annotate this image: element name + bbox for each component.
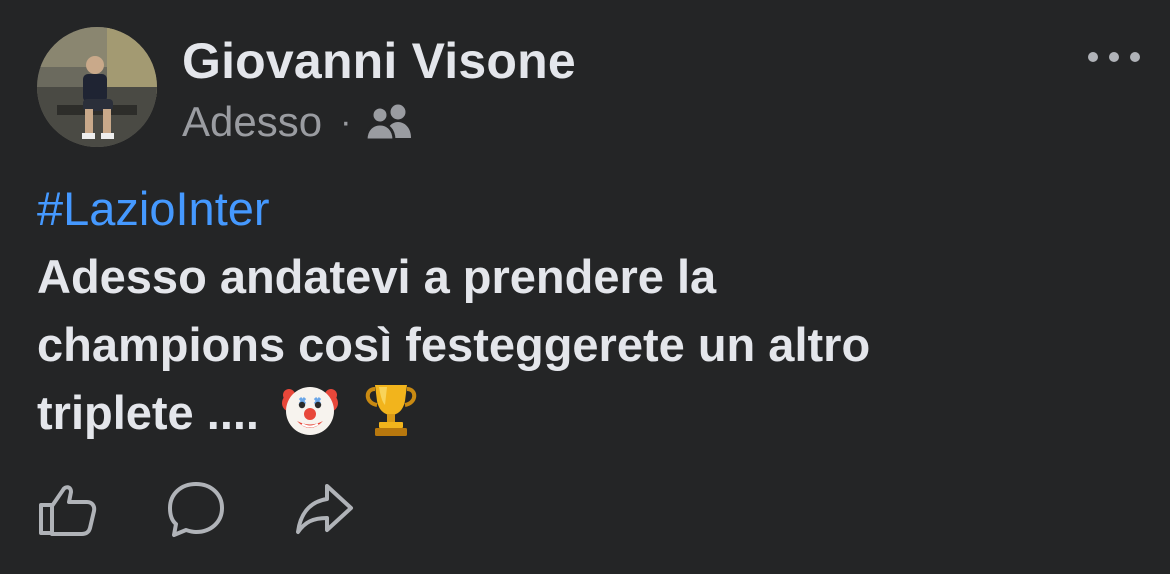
post-text-line: champions così festeggerete un altro <box>37 318 871 371</box>
share-button[interactable] <box>293 478 355 540</box>
avatar[interactable] <box>37 27 157 147</box>
friends-icon[interactable] <box>364 102 415 142</box>
post-card: Giovanni Visone Adesso · #LazioInter Ade… <box>0 0 1170 574</box>
share-arrow-icon <box>296 484 353 534</box>
dot-icon <box>1130 52 1140 62</box>
dot-icon <box>1088 52 1098 62</box>
thumbs-up-icon <box>39 485 97 536</box>
dot-icon <box>1109 52 1119 62</box>
post-text-line-last: triplete .... <box>37 379 1127 447</box>
comment-bubble-icon <box>168 482 224 537</box>
hashtag-link[interactable]: #LazioInter <box>37 175 1127 243</box>
post-text: #LazioInter Adesso andatevi a prendere l… <box>37 175 1127 447</box>
post-text-line: Adesso andatevi a prendere la <box>37 250 717 303</box>
like-button[interactable] <box>37 478 99 540</box>
post-actions <box>37 478 421 540</box>
author-name[interactable]: Giovanni Visone <box>182 30 576 92</box>
post-meta: Adesso · <box>182 96 415 148</box>
clown-face-emoji <box>280 379 340 439</box>
trophy-emoji <box>361 379 421 439</box>
meta-separator: · <box>340 103 352 141</box>
more-options-button[interactable] <box>1088 42 1140 72</box>
comment-button[interactable] <box>165 478 227 540</box>
timestamp[interactable]: Adesso <box>182 96 322 148</box>
post-text-line: triplete .... <box>37 386 259 439</box>
avatar-photo <box>37 27 157 147</box>
